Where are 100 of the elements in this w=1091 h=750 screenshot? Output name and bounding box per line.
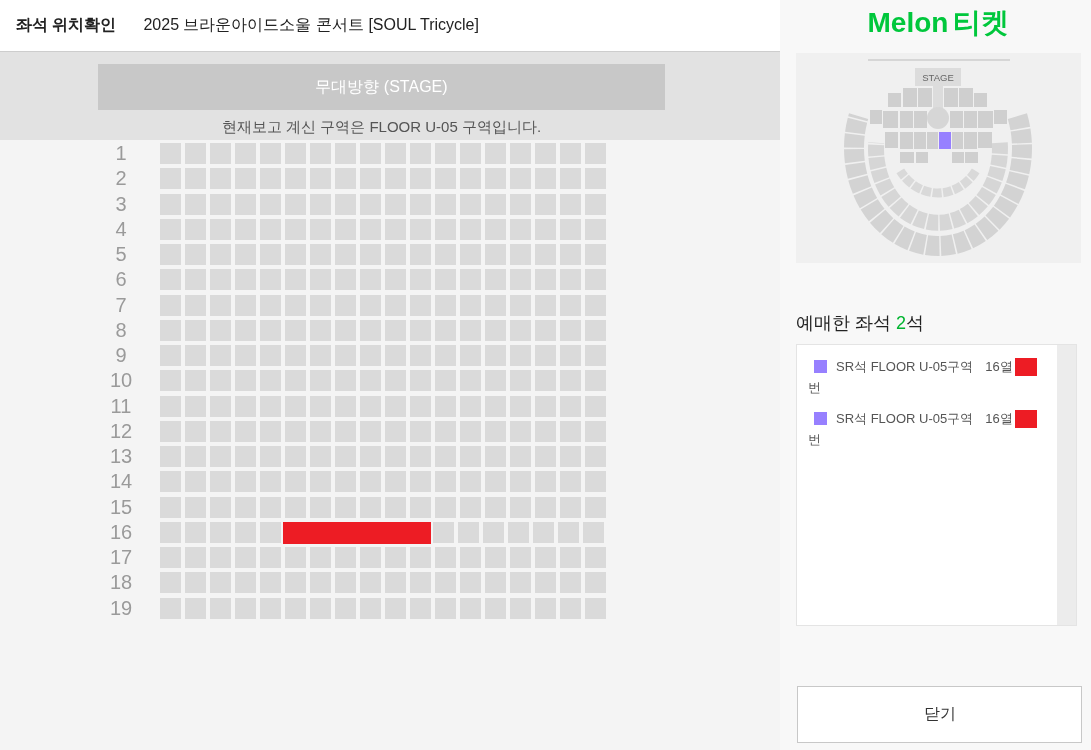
seat [310,269,331,291]
page-title: 좌석 위치확인 [16,15,117,35]
seat [385,143,406,164]
seat [385,345,406,366]
seat [510,496,531,518]
seat [160,218,181,240]
seat [360,496,381,518]
seat [560,395,581,417]
seat [235,319,256,341]
row-number: 15 [108,496,134,518]
seat [260,319,281,341]
seat [435,269,456,291]
seat [585,370,606,392]
seat [360,370,381,392]
seat [360,319,381,341]
seat [410,168,431,190]
seat [310,420,331,442]
seat [260,597,281,619]
seat [360,395,381,417]
seat [260,218,281,240]
seat [160,597,181,619]
seat [535,269,556,291]
seat [560,244,581,265]
seat [410,547,431,568]
row-number: 17 [108,547,134,568]
seat [535,547,556,568]
row-number: 12 [108,420,134,442]
seat [310,471,331,493]
row-number: 19 [108,597,134,619]
row-number: 13 [108,446,134,467]
seat [385,471,406,493]
seat [460,143,481,164]
seat [185,319,206,341]
seat [310,395,331,417]
seat [535,319,556,341]
seat [285,193,306,215]
seat [410,496,431,518]
seat [160,496,181,518]
seat [360,294,381,316]
seat [235,345,256,366]
seat [160,370,181,392]
seat [585,446,606,467]
seat [210,446,231,467]
seat [535,193,556,215]
seat [485,193,506,215]
seat [585,345,606,366]
seat [235,269,256,291]
seat [160,269,181,291]
seat [435,471,456,493]
seat [535,370,556,392]
seat [485,294,506,316]
seat [285,218,306,240]
seat [485,345,506,366]
seat [185,244,206,265]
seat [485,597,506,619]
row-number: 1 [114,143,128,164]
seat [335,345,356,366]
seat [385,168,406,190]
seat [560,294,581,316]
seat [185,471,206,493]
seat [260,193,281,215]
seat [535,168,556,190]
row-number: 11 [109,395,133,417]
seat [460,319,481,341]
seat [260,572,281,594]
seat [285,269,306,291]
close-button[interactable]: 닫기 [797,686,1082,743]
seat [485,319,506,341]
seat [460,294,481,316]
row-number: 8 [114,319,128,341]
seat [585,168,606,190]
seat [235,143,256,164]
seat [410,572,431,594]
seat [335,193,356,215]
seat [210,143,231,164]
seat [335,370,356,392]
seat [310,218,331,240]
seat [260,471,281,493]
scrollbar-track[interactable] [1057,345,1076,625]
seat [285,547,306,568]
seat [385,446,406,467]
seat [260,446,281,467]
seat [560,345,581,366]
seat [260,143,281,164]
seat [210,244,231,265]
seat [460,395,481,417]
seat [310,294,331,316]
seat [583,521,604,543]
seat [210,218,231,240]
seat [285,572,306,594]
seat [185,521,206,543]
seat [285,496,306,518]
seat [483,521,504,543]
seat [360,446,381,467]
seat [360,269,381,291]
seat [210,395,231,417]
seat [260,547,281,568]
seat [460,547,481,568]
seat [585,193,606,215]
seat [310,319,331,341]
